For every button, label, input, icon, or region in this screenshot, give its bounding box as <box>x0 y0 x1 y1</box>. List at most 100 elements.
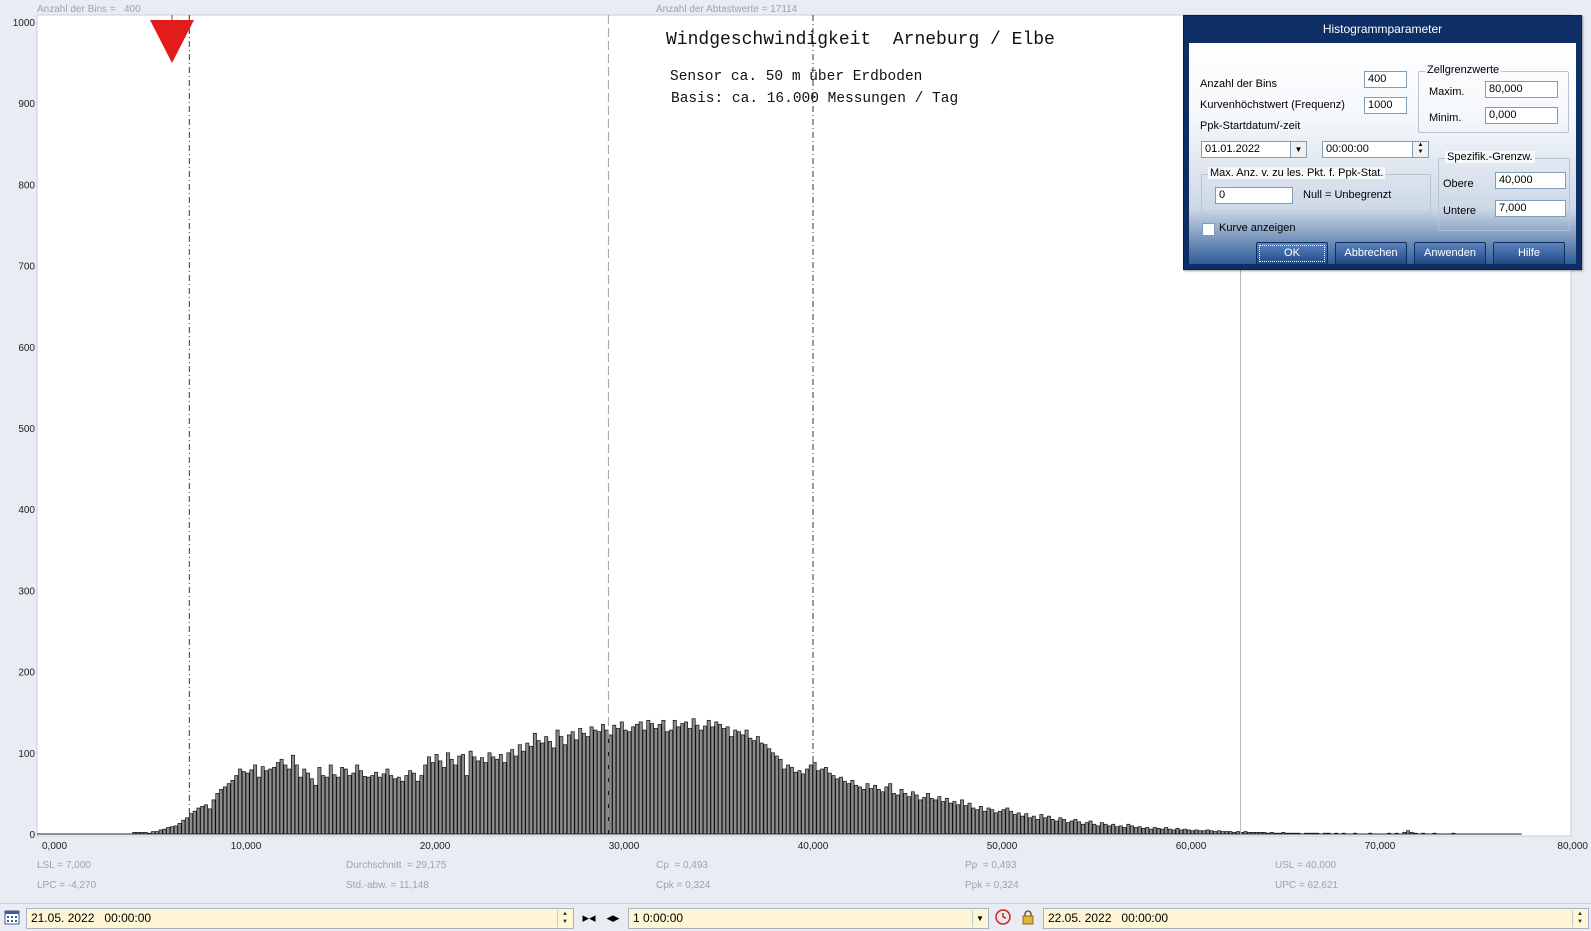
histogram-bar <box>657 724 662 835</box>
time-spinner[interactable]: ▲ ▼ <box>1412 142 1428 157</box>
histogram-bar <box>982 810 987 835</box>
histogram-bar <box>325 776 329 835</box>
histogram-bar <box>623 729 628 835</box>
histogram-bar <box>937 796 942 835</box>
histogram-bar <box>185 817 190 835</box>
histogram-bar <box>684 721 689 835</box>
histogram-bar <box>1141 827 1146 835</box>
histogram-bar <box>347 775 352 835</box>
chevron-down-icon[interactable]: ▼ <box>972 910 987 927</box>
max-frequency-input[interactable]: 1000 <box>1364 97 1407 114</box>
bins-input[interactable]: 400 <box>1364 71 1407 88</box>
histogram-bar <box>173 825 178 835</box>
histogram-bar <box>480 757 484 835</box>
histogram-bar <box>687 728 692 835</box>
x-tick-label: 80,000 <box>1557 841 1588 852</box>
samples-count-info: Anzahl der Abtastwerte = 17114 <box>656 4 798 15</box>
histogram-bar <box>1058 817 1063 835</box>
histogram-bar <box>676 726 681 835</box>
histogram-bar <box>956 804 961 835</box>
histogram-bar <box>483 762 488 835</box>
expand-arrows-icon[interactable]: ◂▸ <box>602 909 624 927</box>
histogram-bar <box>642 729 647 835</box>
ppk-start-date-select[interactable]: 01.01.2022 ▼ <box>1201 141 1307 158</box>
histogram-bar <box>400 780 405 835</box>
histogram-bar <box>808 764 813 835</box>
spin-up-icon[interactable]: ▲ <box>1413 142 1428 149</box>
end-datetime-spinner[interactable]: ▲ ▼ <box>1572 910 1587 927</box>
duration-value: 1 0:00:00 <box>633 911 684 925</box>
histogram-bar <box>1133 827 1138 835</box>
x-tick-label: 20,000 <box>420 841 451 852</box>
histogram-parameters-dialog: Histogrammparameter Anzahl der Bins 400 … <box>1183 15 1582 270</box>
stat-lpc: LPC = -4,270 <box>37 880 97 891</box>
collapse-arrows-icon[interactable]: ▸◂ <box>578 909 600 927</box>
histogram-bar <box>789 767 794 835</box>
histogram-bar <box>548 741 552 835</box>
histogram-bar <box>1126 823 1131 835</box>
apply-button[interactable]: Anwenden <box>1414 242 1486 265</box>
histogram-bar <box>1164 827 1169 835</box>
calendar-icon[interactable] <box>3 909 21 927</box>
histogram-bar <box>653 728 658 835</box>
histogram-bar <box>846 783 851 835</box>
histogram-bar <box>782 768 787 835</box>
histogram-bar <box>733 729 738 835</box>
histogram-bar <box>990 809 995 835</box>
cancel-button[interactable]: Abbrechen <box>1335 242 1407 265</box>
histogram-bar <box>1107 825 1112 835</box>
spin-up-icon[interactable]: ▲ <box>558 910 572 918</box>
lock-icon[interactable] <box>1019 909 1037 927</box>
start-datetime-spinner[interactable]: ▲ ▼ <box>557 910 572 927</box>
histogram-bar <box>423 764 428 835</box>
min-value-input[interactable]: 0,000 <box>1485 107 1558 124</box>
y-tick-label: 300 <box>18 586 35 597</box>
histogram-bar <box>1186 829 1191 835</box>
max-value-input[interactable]: 80,000 <box>1485 81 1558 98</box>
histogram-bar <box>419 775 424 835</box>
help-button[interactable]: Hilfe <box>1493 242 1565 265</box>
histogram-bar <box>253 764 258 835</box>
ok-button[interactable]: OK <box>1256 242 1328 265</box>
show-curve-checkbox[interactable] <box>1202 223 1215 236</box>
histogram-bar <box>593 729 598 835</box>
histogram-bar <box>967 802 972 835</box>
histogram-bar <box>706 719 711 835</box>
ppk-start-time-input[interactable]: 00:00:00 ▲ ▼ <box>1322 141 1429 158</box>
histogram-bar <box>374 771 379 835</box>
ppk-start-date-value: 01.01.2022 <box>1205 143 1261 155</box>
clock-icon[interactable] <box>994 909 1012 927</box>
spin-up-icon[interactable]: ▲ <box>1573 910 1587 918</box>
histogram-bar <box>362 775 367 835</box>
spin-down-icon[interactable]: ▼ <box>1413 149 1428 156</box>
histogram-bar <box>971 807 976 835</box>
histogram-bar <box>404 775 409 835</box>
spin-down-icon[interactable]: ▼ <box>1573 918 1587 926</box>
histogram-bar <box>729 736 734 835</box>
histogram-bar <box>721 728 726 835</box>
duration-field[interactable]: 1 0:00:00 ▼ <box>628 908 989 929</box>
histogram-bar <box>1152 827 1157 835</box>
start-datetime-field[interactable]: 21.05. 2022 00:00:00 ▲ ▼ <box>26 908 574 929</box>
spin-down-icon[interactable]: ▼ <box>558 918 572 926</box>
stat-upc: UPC = 62,621 <box>1275 880 1339 891</box>
histogram-bar <box>260 766 265 835</box>
histogram-bar <box>1115 826 1119 835</box>
histogram-bar <box>1081 823 1085 835</box>
histogram-bar <box>200 806 205 835</box>
end-datetime-field[interactable]: 22.05. 2022 00:00:00 ▲ ▼ <box>1043 908 1589 929</box>
histogram-bar <box>944 797 949 835</box>
histogram-bar <box>903 793 908 835</box>
histogram-bar <box>517 744 522 835</box>
y-tick-label: 1000 <box>13 18 36 29</box>
histogram-bar <box>1092 823 1097 835</box>
histogram-bar <box>162 828 167 835</box>
ppk-start-time-value: 00:00:00 <box>1326 143 1369 155</box>
histogram-bar <box>445 752 450 835</box>
max-points-input[interactable]: 0 <box>1215 187 1293 204</box>
chevron-down-icon[interactable]: ▼ <box>1290 142 1306 157</box>
upper-limit-input[interactable]: 40,000 <box>1495 172 1566 189</box>
lower-limit-input[interactable]: 7,000 <box>1495 200 1566 217</box>
histogram-bar <box>1043 817 1048 835</box>
histogram-bar <box>396 776 401 835</box>
